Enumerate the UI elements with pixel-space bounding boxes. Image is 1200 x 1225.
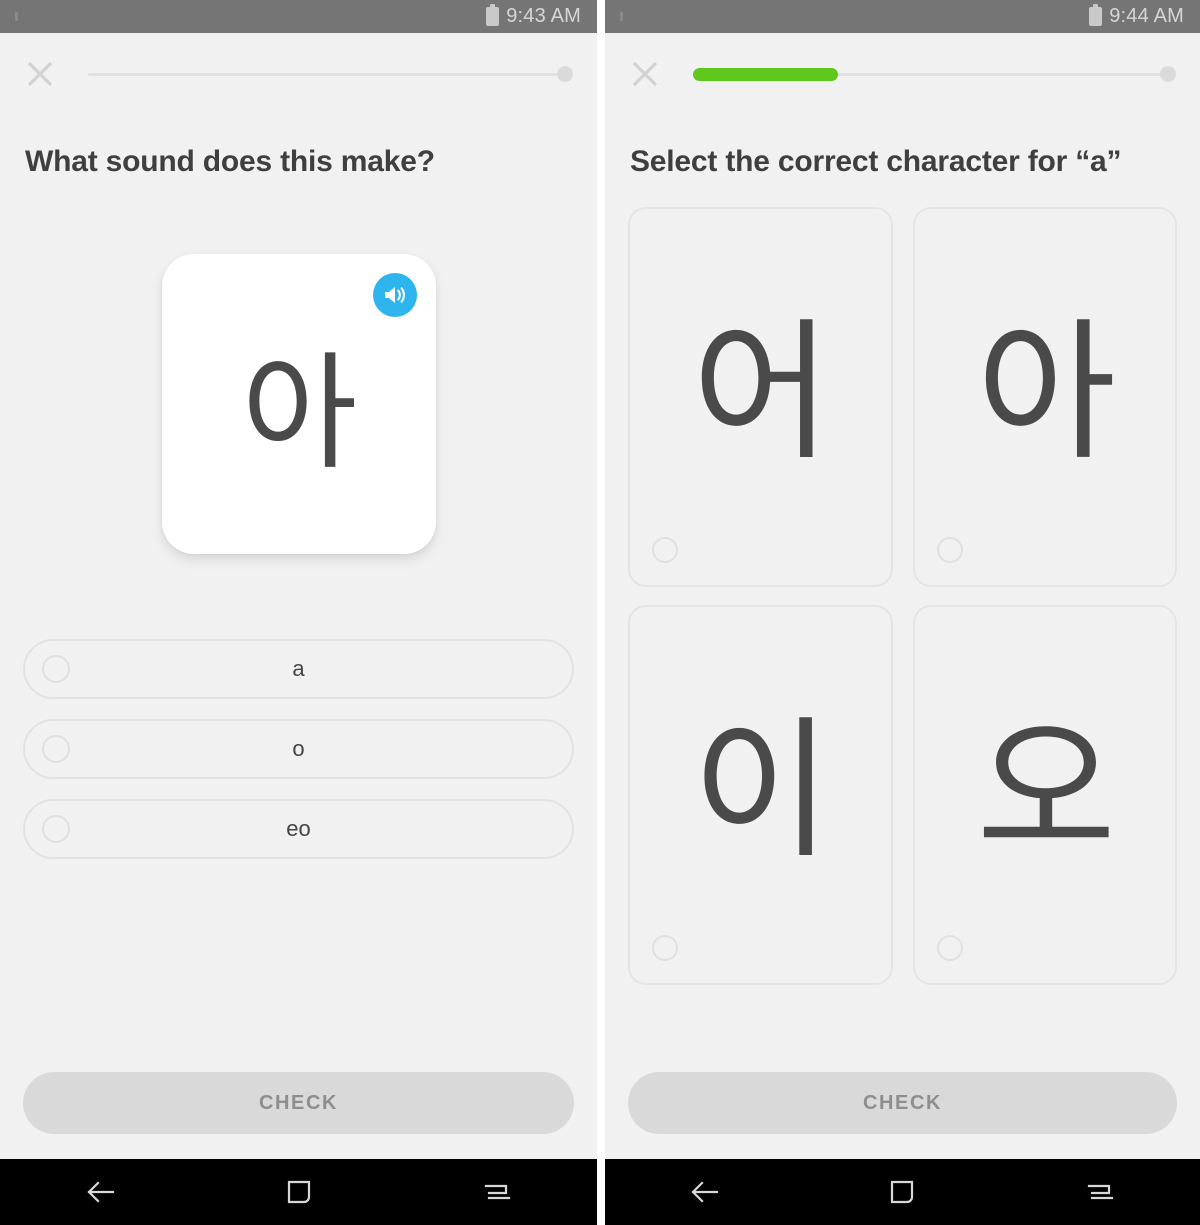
character-glyph: 어 [691,304,832,481]
status-bar-clock: 9:43 AM [506,5,581,27]
exercise-top-bar [605,33,1200,115]
recent-apps-icon[interactable] [453,1167,543,1217]
progress-knob [557,66,573,82]
phone-screen-listening-exercise: 9:43 AM What sound does this make? 아 a o… [0,0,597,1225]
character-glyph: 아 [976,304,1116,481]
android-navigation-bar [605,1159,1200,1225]
dual-screenshot-container: 9:43 AM What sound does this make? 아 a o… [0,0,1200,1225]
radio-icon[interactable] [652,935,678,961]
check-button-container: CHECK [605,1072,1200,1159]
status-bar-left-indicator [617,10,631,24]
status-bar-right-group: 9:44 AM [1089,4,1184,28]
character-glyph: 오 [976,702,1116,879]
flashcard-area: 아 [0,179,597,639]
close-icon[interactable] [627,56,663,92]
answer-option-0[interactable]: a [23,639,574,699]
check-button[interactable]: CHECK [628,1072,1177,1134]
status-bar-right-group: 9:43 AM [486,4,581,28]
status-bar-clock: 9:44 AM [1109,5,1184,27]
character-choice-grid: 어 아 이 오 [605,207,1200,985]
answer-option-label: eo [286,816,311,841]
phone-screen-character-selection: 9:44 AM Select the correct character for… [605,0,1200,1225]
battery-icon [486,4,500,26]
character-card-1[interactable]: 아 [912,207,1177,587]
status-bar-left-indicator [12,10,26,24]
close-icon[interactable] [22,56,58,92]
character-card-2[interactable]: 이 [628,605,893,985]
radio-icon[interactable] [936,935,963,961]
answer-option-label: a [292,656,305,681]
home-square-icon[interactable] [254,1167,344,1217]
home-square-icon[interactable] [857,1167,947,1217]
answer-option-1[interactable]: o [23,719,574,779]
progress-fill [693,67,838,81]
character-card-0[interactable]: 어 [628,207,893,587]
progress-track [88,72,564,76]
speaker-icon[interactable] [372,273,417,317]
character-card-3[interactable]: 오 [912,605,1177,985]
page-title: What sound does this make? [25,145,435,178]
battery-icon [1089,4,1103,26]
character-glyph: 이 [691,702,832,879]
progress-knob [1160,66,1176,82]
check-button-container: CHECK [0,1072,597,1159]
radio-icon[interactable] [42,655,70,683]
answer-option-label: o [292,736,305,761]
radio-icon[interactable] [936,537,963,563]
audio-flashcard[interactable]: 아 [161,254,436,554]
flashcard-character: 아 [241,340,358,487]
radio-icon[interactable] [42,735,70,763]
radio-icon[interactable] [42,815,70,843]
page-title: Select the correct character for “a” [630,145,1122,178]
status-bar: 9:44 AM [605,0,1200,33]
lesson-progress-bar [693,65,1176,83]
back-arrow-icon[interactable] [659,1167,749,1217]
answer-option-2[interactable]: eo [23,799,574,859]
lesson-progress-bar [88,65,573,83]
exercise-top-bar [0,33,597,115]
android-navigation-bar [0,1159,597,1225]
radio-icon[interactable] [652,537,678,563]
back-arrow-icon[interactable] [55,1167,145,1217]
check-button[interactable]: CHECK [23,1072,574,1134]
recent-apps-icon[interactable] [1056,1167,1146,1217]
answer-options-list: a o eo [0,639,597,859]
status-bar: 9:43 AM [0,0,597,33]
